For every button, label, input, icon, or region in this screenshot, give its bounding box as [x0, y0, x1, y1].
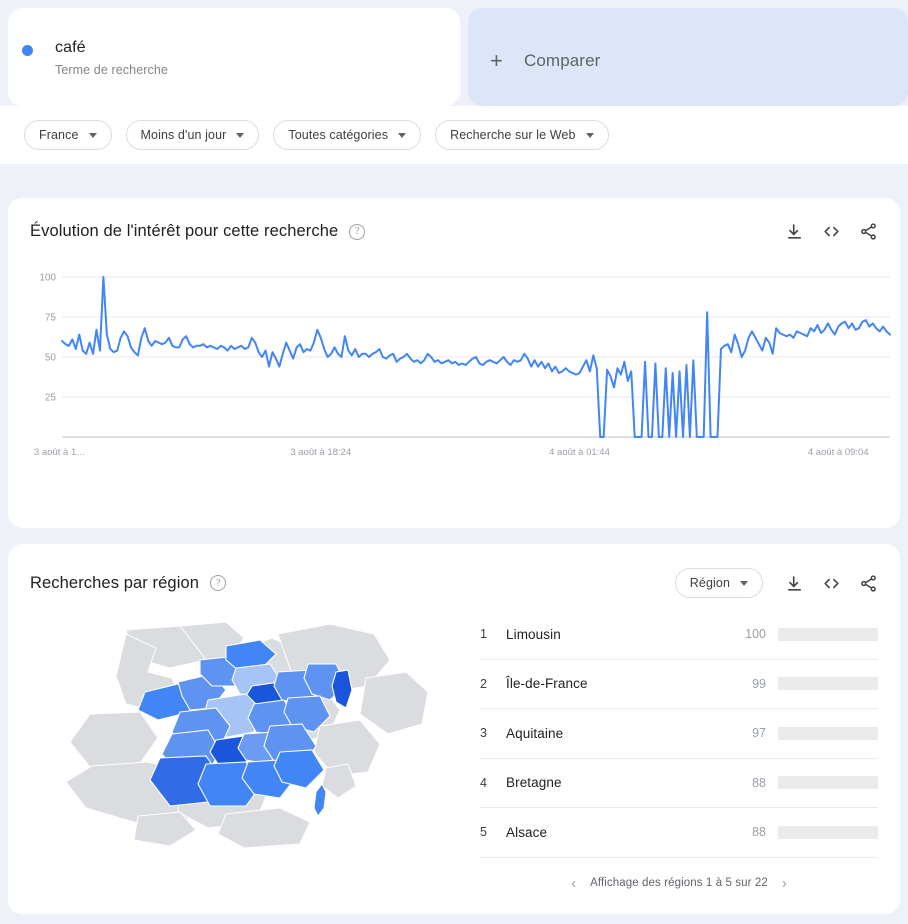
region-card-actions: Région [674, 568, 878, 598]
search-term-label: café [55, 39, 86, 56]
region-bar-track [778, 726, 878, 740]
interest-line-chart[interactable]: 25 50 75 100 3 août à 1… 3 août à 18:24 4 aoû… [30, 269, 894, 469]
chart-y-tick-label: 50 [45, 353, 57, 364]
share-icon[interactable] [859, 574, 878, 593]
search-term-type: Terme de recherche [55, 63, 168, 77]
region-breakdown-selector[interactable]: Région [674, 568, 763, 598]
region-name: Aquitaine [506, 725, 564, 741]
filter-location[interactable]: France [24, 120, 112, 150]
region-rank: 2 [480, 676, 487, 691]
interest-card-actions [785, 222, 878, 241]
region-bar-track [778, 776, 878, 790]
chart-y-tick-label: 75 [45, 313, 57, 324]
region-pagination: ‹ Affichage des régions 1 à 5 sur 22 › [480, 876, 878, 899]
region-name: Alsace [506, 824, 548, 840]
filter-bar: France Moins d'un jour Toutes catégories… [0, 106, 908, 164]
region-value: 88 [752, 775, 766, 790]
download-icon[interactable] [785, 222, 804, 241]
region-ranking-list: 1 Limousin 100 2 Île-de-France 99 3 Aqui… [480, 610, 878, 899]
region-name: Île-de-France [506, 676, 588, 692]
region-card-header: Recherches par région ? Région [8, 544, 900, 598]
region-rank: 3 [480, 726, 487, 741]
plus-icon: + [490, 48, 503, 73]
chevron-right-icon[interactable]: › [782, 876, 787, 891]
embed-code-icon[interactable] [822, 222, 841, 241]
search-terms-row: café Terme de recherche + Comparer [0, 0, 908, 106]
chart-x-axis-labels: 3 août à 1… 3 août à 18:24 4 août à 01:44 4… [34, 447, 869, 458]
chart-y-tick-label: 25 [45, 393, 57, 404]
filter-category[interactable]: Toutes catégories [273, 120, 422, 150]
series-color-dot [22, 45, 33, 56]
search-term-inner: café Terme de recherche [22, 38, 168, 77]
interest-over-time-card: Évolution de l'intérêt pour cette recher… [8, 198, 900, 528]
chart-x-tick-label: 4 août à 09:04 [808, 447, 869, 458]
region-name: Limousin [506, 626, 561, 642]
interest-card-title-wrap: Évolution de l'intérêt pour cette recher… [30, 222, 366, 241]
filter-search-type-label: Recherche sur le Web [450, 128, 576, 142]
region-card-title-wrap: Recherches par région ? [30, 573, 227, 593]
help-circle-icon[interactable]: ? [210, 575, 227, 591]
region-value: 88 [752, 825, 766, 840]
region-card-title: Recherches par région [30, 573, 200, 592]
filter-location-label: France [39, 128, 79, 142]
table-row[interactable]: 4 Bretagne 88 [480, 759, 878, 808]
embed-code-icon[interactable] [822, 574, 841, 593]
table-row[interactable]: 5 Alsace 88 [480, 808, 878, 858]
region-bar-track [778, 677, 878, 691]
region-name: Bretagne [506, 775, 562, 791]
region-value: 97 [752, 726, 766, 741]
chevron-down-icon [585, 132, 594, 138]
filter-timerange-label: Moins d'un jour [140, 128, 227, 142]
chart-y-tick-label: 100 [39, 273, 56, 284]
chevron-down-icon [236, 132, 245, 138]
interest-chart-wrap: 25 50 75 100 3 août à 1… 3 août à 18:24 4 aoû… [8, 241, 900, 488]
region-rank: 1 [480, 627, 487, 642]
compare-card[interactable]: + Comparer [468, 8, 908, 106]
compare-label: Comparer [524, 51, 601, 70]
table-row[interactable]: 1 Limousin 100 [480, 610, 878, 660]
chevron-down-icon [740, 580, 748, 586]
chevron-down-icon [398, 132, 407, 138]
chart-x-tick-label: 4 août à 01:44 [549, 447, 610, 458]
filter-search-type[interactable]: Recherche sur le Web [435, 120, 609, 150]
trends-page: café Terme de recherche + Comparer Franc… [0, 0, 908, 924]
compare-inner: + Comparer [490, 50, 600, 72]
pagination-text: Affichage des régions 1 à 5 sur 22 [590, 877, 768, 889]
page-title: Évolution de l'intérêt pour cette recher… [30, 222, 339, 240]
region-value: 99 [752, 676, 766, 691]
region-rank: 4 [480, 775, 487, 790]
help-circle-icon[interactable]: ? [349, 223, 366, 240]
share-icon[interactable] [859, 222, 878, 241]
search-term-card[interactable]: café Terme de recherche [8, 8, 460, 106]
france-map-svg [30, 616, 430, 856]
filter-timerange[interactable]: Moins d'un jour [125, 120, 260, 150]
chart-y-axis-labels: 25 50 75 100 [39, 273, 56, 404]
region-bar-track [778, 627, 878, 641]
filter-category-label: Toutes catégories [288, 128, 389, 142]
region-bar-track [778, 825, 878, 839]
chart-x-tick-label: 3 août à 18:24 [290, 447, 351, 458]
region-rank: 5 [480, 825, 487, 840]
region-body: 1 Limousin 100 2 Île-de-France 99 3 Aqui… [8, 598, 900, 903]
region-breakdown-label: Région [689, 576, 730, 590]
chevron-left-icon[interactable]: ‹ [571, 876, 576, 891]
table-row[interactable]: 3 Aquitaine 97 [480, 709, 878, 759]
table-row[interactable]: 2 Île-de-France 99 [480, 660, 878, 709]
region-interest-card: Recherches par région ? Région 1 Limousi… [8, 544, 900, 914]
region-value: 100 [745, 627, 766, 642]
chevron-down-icon [88, 132, 97, 138]
chart-x-tick-label: 3 août à 1… [34, 447, 86, 458]
download-icon[interactable] [785, 574, 804, 593]
interest-card-header: Évolution de l'intérêt pour cette recher… [8, 198, 900, 241]
france-choropleth-map[interactable] [30, 616, 430, 856]
